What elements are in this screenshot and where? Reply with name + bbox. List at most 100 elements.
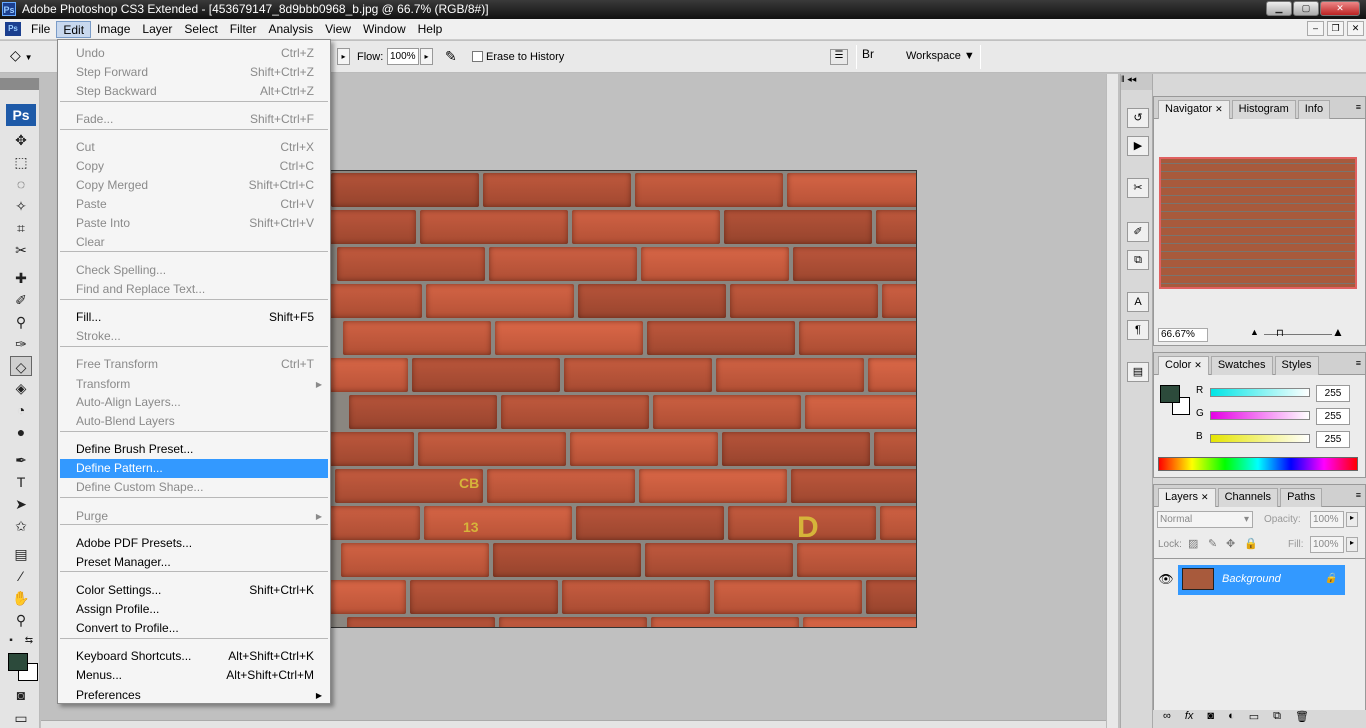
hand-tool-icon[interactable]: ✋: [10, 588, 32, 608]
path-selection-tool-icon[interactable]: ➤: [10, 494, 32, 514]
lasso-tool-icon[interactable]: ◌: [10, 174, 32, 194]
menu-item-stroke[interactable]: Stroke...: [60, 327, 328, 346]
color-spectrum-ramp[interactable]: [1158, 457, 1358, 471]
menu-item-assign-profile[interactable]: Assign Profile...: [60, 600, 328, 619]
dock-grip[interactable]: ‖ ◂◂: [1121, 74, 1152, 90]
zoom-tool-icon[interactable]: ⚲: [10, 610, 32, 630]
menu-item-auto-blend-layers[interactable]: Auto-Blend Layers: [60, 412, 328, 431]
channel-slider[interactable]: [1210, 388, 1310, 397]
eyedropper-tool-icon[interactable]: ⁄: [10, 566, 32, 586]
menu-item-step-backward[interactable]: Step Backward Alt+Ctrl+Z: [60, 82, 328, 101]
lock-image-icon[interactable]: ✎: [1208, 537, 1217, 550]
menu-item-convert-to-profile[interactable]: Convert to Profile...: [60, 619, 328, 638]
menu-item-keyboard-shortcuts[interactable]: Keyboard Shortcuts... Alt+Shift+Ctrl+K: [60, 647, 328, 666]
history-panel-icon[interactable]: ↺: [1127, 108, 1149, 128]
type-tool-icon[interactable]: T: [10, 472, 32, 492]
menu-item-cut[interactable]: Cut Ctrl+X: [60, 138, 328, 157]
menu-image[interactable]: Image: [91, 21, 136, 38]
shape-tool-icon[interactable]: ✩: [10, 516, 32, 536]
menu-item-free-transform[interactable]: Free Transform Ctrl+T: [60, 355, 328, 374]
menu-item-define-custom-shape[interactable]: Define Custom Shape...: [60, 478, 328, 497]
adjustment-layer-icon[interactable]: ◐: [1228, 710, 1235, 728]
tool-presets-icon[interactable]: ✂: [1127, 178, 1149, 198]
toolbox-grip[interactable]: [0, 78, 39, 90]
magic-wand-tool-icon[interactable]: ✧: [10, 196, 32, 216]
menu-item-define-brush-preset[interactable]: Define Brush Preset...: [60, 440, 328, 459]
crop-tool-icon[interactable]: ⌗: [10, 218, 32, 238]
zoom-slider[interactable]: [1264, 334, 1332, 335]
lock-all-icon[interactable]: 🔒: [1244, 537, 1258, 550]
brushes-panel-icon[interactable]: ✐: [1127, 222, 1149, 242]
layer-comps-icon[interactable]: ▤: [1127, 362, 1149, 382]
layer-mask-icon[interactable]: ◙: [1207, 710, 1214, 728]
minimize-button[interactable]: ▁: [1266, 1, 1292, 16]
menu-analysis[interactable]: Analysis: [262, 21, 319, 38]
foreground-color-swatch[interactable]: [8, 653, 28, 671]
vertical-scrollbar[interactable]: [1106, 74, 1118, 728]
clone-stamp-tool-icon[interactable]: ⚲: [10, 312, 32, 332]
opacity-input[interactable]: 100%: [1310, 511, 1344, 528]
menu-item-undo[interactable]: Undo Ctrl+Z: [60, 44, 328, 63]
slice-tool-icon[interactable]: ✂: [10, 240, 32, 260]
brush-tool-icon[interactable]: ✐: [10, 290, 32, 310]
navigator-zoom-input[interactable]: 66.67%: [1158, 328, 1208, 342]
menu-item-define-pattern[interactable]: Define Pattern...: [60, 459, 328, 478]
delete-layer-icon[interactable]: 🗑: [1295, 710, 1309, 728]
menu-item-color-settings[interactable]: Color Settings... Shift+Ctrl+K: [60, 581, 328, 600]
new-layer-icon[interactable]: ⧉: [1273, 710, 1281, 728]
actions-panel-icon[interactable]: ▶: [1127, 136, 1149, 156]
tab-layers[interactable]: Layers ✕: [1158, 488, 1216, 507]
tab-styles[interactable]: Styles: [1274, 356, 1319, 375]
menu-edit[interactable]: Edit: [56, 21, 92, 38]
layer-style-icon[interactable]: fx: [1185, 710, 1194, 728]
blur-tool-icon[interactable]: ◔: [10, 400, 32, 420]
menu-window[interactable]: Window: [357, 21, 412, 38]
default-colors-icon[interactable]: ▪: [4, 631, 18, 651]
menu-view[interactable]: View: [319, 21, 357, 38]
tab-paths[interactable]: Paths: [1280, 488, 1323, 507]
document-image[interactable]: CB 13 D: [330, 170, 917, 628]
menu-item-step-forward[interactable]: Step Forward Shift+Ctrl+Z: [60, 63, 328, 82]
palette-toggle-icon[interactable]: ☰: [830, 49, 848, 65]
fill-input[interactable]: 100%: [1310, 536, 1344, 553]
blend-mode-select[interactable]: Normal ▾: [1157, 511, 1253, 528]
link-layers-icon[interactable]: ∞: [1163, 710, 1171, 728]
menu-item-copy-merged[interactable]: Copy Merged Shift+Ctrl+C: [60, 176, 328, 195]
flow-input[interactable]: 100%: [387, 48, 419, 65]
erase-to-history-checkbox[interactable]: [472, 51, 483, 62]
zoom-in-icon[interactable]: ▲: [1332, 325, 1344, 339]
lock-transparency-icon[interactable]: ▨: [1188, 537, 1198, 550]
flow-arrow-icon[interactable]: ▸: [420, 48, 433, 65]
clone-source-icon[interactable]: ⧉: [1127, 250, 1149, 270]
tab-navigator[interactable]: Navigator ✕: [1158, 100, 1230, 119]
tab-info[interactable]: Info: [1297, 100, 1331, 119]
doc-restore-button[interactable]: ❐: [1327, 21, 1344, 36]
menu-item-auto-align-layers[interactable]: Auto-Align Layers...: [60, 393, 328, 412]
visibility-eye-icon[interactable]: 👁: [1158, 572, 1174, 588]
close-icon[interactable]: ✕: [1215, 104, 1223, 114]
menu-item-copy[interactable]: Copy Ctrl+C: [60, 157, 328, 176]
pen-tool-icon[interactable]: ✒: [10, 450, 32, 470]
tool-preset-picker[interactable]: ◇ ▼: [10, 47, 50, 67]
doc-close-button[interactable]: ✕: [1347, 21, 1364, 36]
menu-item-clear[interactable]: Clear: [60, 233, 328, 252]
menu-item-paste-into[interactable]: Paste Into Shift+Ctrl+V: [60, 214, 328, 233]
menu-item-preset-manager[interactable]: Preset Manager...: [60, 553, 328, 572]
paragraph-panel-icon[interactable]: ¶: [1127, 320, 1149, 340]
menu-item-transform[interactable]: Transform ▶: [60, 375, 328, 394]
close-icon[interactable]: ✕: [1201, 492, 1209, 502]
opacity-arrow-icon[interactable]: ▸: [1346, 512, 1358, 527]
layer-row-background[interactable]: Background 🔒: [1178, 565, 1345, 595]
tab-channels[interactable]: Channels: [1217, 488, 1279, 507]
channel-value-input[interactable]: 255: [1316, 408, 1350, 425]
menu-help[interactable]: Help: [412, 21, 449, 38]
zoom-slider-handle[interactable]: ⊓: [1276, 328, 1284, 339]
menu-item-check-spelling[interactable]: Check Spelling...: [60, 261, 328, 280]
quick-mask-icon[interactable]: ◙: [10, 685, 32, 705]
panel-menu-icon[interactable]: ≡: [1356, 490, 1361, 500]
screen-mode-icon[interactable]: ▭: [10, 708, 32, 728]
zoom-out-icon[interactable]: ▲: [1250, 327, 1259, 337]
notes-tool-icon[interactable]: ▤: [10, 544, 32, 564]
menu-item-fade[interactable]: Fade... Shift+Ctrl+F: [60, 110, 328, 129]
mode-arrow-icon[interactable]: ▸: [337, 48, 350, 65]
